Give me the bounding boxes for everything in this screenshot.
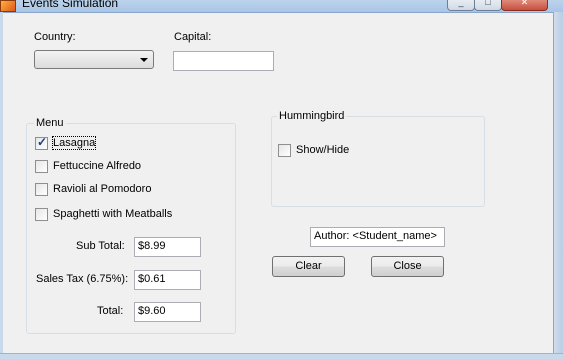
fettuccine-label[interactable]: Fettuccine Alfredo bbox=[53, 160, 141, 172]
menu-groupbox bbox=[26, 123, 236, 334]
close-window-button[interactable]: ✕ bbox=[501, 0, 548, 11]
total-label: Total: bbox=[97, 305, 124, 317]
capital-label: Capital: bbox=[174, 31, 212, 43]
country-label: Country: bbox=[34, 31, 76, 43]
country-dropdown[interactable] bbox=[34, 50, 154, 69]
maximize-icon: □ bbox=[485, 0, 491, 7]
minimize-button[interactable]: _ bbox=[447, 0, 475, 11]
spaghetti-checkbox[interactable] bbox=[35, 208, 48, 221]
title-bar[interactable]: Events Simulation _ □ ✕ bbox=[0, 0, 563, 13]
subtotal-field[interactable]: $8.99 bbox=[134, 237, 201, 257]
fettuccine-checkbox[interactable] bbox=[35, 160, 48, 173]
checkmark-icon: ✓ bbox=[37, 135, 48, 149]
clear-button[interactable]: Clear bbox=[272, 256, 345, 277]
minimize-icon: _ bbox=[458, 0, 464, 7]
window-frame-left bbox=[0, 12, 3, 359]
close-button[interactable]: Close bbox=[371, 256, 444, 277]
ravioli-checkbox[interactable] bbox=[35, 183, 48, 196]
chevron-down-icon[interactable] bbox=[140, 58, 148, 62]
spaghetti-label[interactable]: Spaghetti with Meatballs bbox=[53, 208, 172, 220]
hummingbird-group-title: Hummingbird bbox=[277, 110, 347, 122]
lasagna-label[interactable]: Lasagna bbox=[51, 136, 97, 150]
subtotal-label: Sub Total: bbox=[76, 240, 125, 252]
show-hide-checkbox[interactable] bbox=[278, 144, 291, 157]
close-icon: ✕ bbox=[520, 0, 529, 7]
window-frame-bottom bbox=[0, 353, 563, 359]
maximize-button[interactable]: □ bbox=[474, 0, 502, 11]
ravioli-label[interactable]: Ravioli al Pomodoro bbox=[53, 183, 151, 195]
show-hide-label[interactable]: Show/Hide bbox=[296, 144, 349, 156]
sales-tax-label: Sales Tax (6.75%): bbox=[36, 273, 129, 285]
author-field[interactable]: Author: <Student_name> bbox=[310, 227, 445, 247]
hummingbird-groupbox bbox=[271, 116, 485, 207]
total-field[interactable]: $9.60 bbox=[134, 302, 201, 322]
app-icon bbox=[0, 0, 16, 12]
menu-group-title: Menu bbox=[34, 117, 66, 129]
capital-field[interactable] bbox=[173, 51, 274, 71]
sales-tax-field[interactable]: $0.61 bbox=[134, 270, 201, 290]
window-frame-right bbox=[553, 12, 563, 359]
lasagna-checkbox[interactable]: ✓ bbox=[35, 135, 48, 150]
window-title: Events Simulation bbox=[22, 0, 119, 10]
